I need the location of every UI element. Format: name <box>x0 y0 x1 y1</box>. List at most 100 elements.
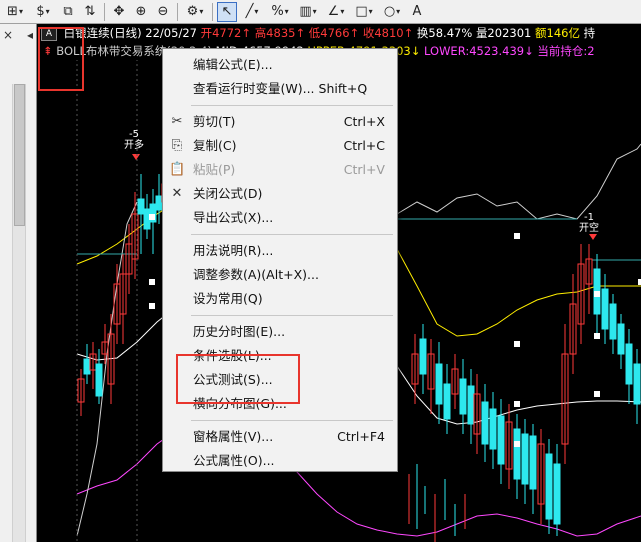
rectangle-button[interactable]: □ ▾ <box>351 2 377 22</box>
candle-body <box>529 435 537 490</box>
gear-button[interactable]: ⚙ ▾ <box>182 2 208 22</box>
candle-body <box>609 303 617 340</box>
band-marker <box>149 279 155 285</box>
sell-signal-number: -1 <box>584 212 594 223</box>
zoom-out-icon: ⊖ <box>157 4 169 19</box>
zoom-out-button[interactable]: ⊖ <box>153 2 173 22</box>
circle-button[interactable]: ○ ▾ <box>379 2 405 22</box>
copy-icon: ⎘ <box>171 138 183 153</box>
menu-item[interactable]: 公式属性(O)... <box>163 449 397 473</box>
high-price: 高4835 <box>254 26 296 40</box>
menu-item[interactable]: ⎘ 复制(C) Ctrl+C <box>163 134 397 158</box>
menu-item[interactable]: ✕ 关闭公式(D) <box>163 182 397 206</box>
toolbar: ⊞ ▾ $ ▾ ⧉ ⇅ ✥ ⊕ ⊖ ⚙ ▾ ↖ ╱ ▾% ▾ ▥ ▾ ∠ ▾ □ ▾ ○ ▾ A <box>0 0 641 24</box>
dropdown-arrow-icon: ▾ <box>45 7 50 16</box>
left-panel-header: × ◂ <box>0 24 36 46</box>
highlight-box-indicator <box>38 27 84 91</box>
formula-context-menu: 编辑公式(E)... 查看运行时变量(W)... Shift+Q ✂ 剪切(T) Ctr… <box>162 48 398 472</box>
move-button[interactable]: ✥ <box>109 2 129 22</box>
left-panel-scrollbar[interactable] <box>12 84 26 542</box>
grid-button[interactable]: ▥ ▾ <box>295 2 321 22</box>
left-panel: × ◂ <box>0 24 37 542</box>
swap-icon: ⇅ <box>84 4 96 19</box>
band-marker <box>514 401 520 407</box>
dollar-button[interactable]: $ ▾ <box>30 2 56 22</box>
grid-icon: ▥ <box>299 4 312 19</box>
toolbar-separator <box>212 2 213 21</box>
menu-item-label: 剪切(T) <box>193 114 236 129</box>
toolbar-separator <box>177 2 178 21</box>
band-marker <box>594 391 600 397</box>
zoom-in-icon: ⊕ <box>135 4 147 19</box>
copy-window-button[interactable]: ⧉ <box>58 2 78 22</box>
menu-separator <box>191 420 393 421</box>
menu-item[interactable]: 历史分时图(E)... <box>163 320 397 344</box>
cursor-button[interactable]: ↖ <box>217 1 237 22</box>
current-position: 当前持仓:2 <box>537 44 595 58</box>
left-panel-collapse-icon[interactable]: ◂ <box>27 28 33 42</box>
up-arrow-icon: ↑ <box>349 26 360 40</box>
close-price: 收4810 <box>362 26 404 40</box>
position-line <box>396 143 641 220</box>
candle-body <box>443 383 451 420</box>
line-draw-button[interactable]: ╱ ▾ <box>239 2 265 22</box>
menu-item[interactable]: 用法说明(R)... <box>163 239 397 263</box>
candle-body <box>633 363 641 405</box>
scissors-icon: ✂ <box>171 114 183 129</box>
candle-body <box>137 198 145 215</box>
gear-icon: ⚙ <box>186 4 199 19</box>
buy-signal-marker <box>132 154 140 160</box>
move-icon: ✥ <box>113 4 125 19</box>
zoom-in-button[interactable]: ⊕ <box>131 2 151 22</box>
menu-separator <box>191 105 393 106</box>
menu-item[interactable]: 设为常用(Q) <box>163 287 397 311</box>
highlight-box-formula-test <box>176 354 300 404</box>
angle-icon: ∠ <box>327 4 340 19</box>
menu-item[interactable]: 查看运行时变量(W)... Shift+Q <box>163 77 397 101</box>
menu-item-label: 查看运行时变量(W)... Shift+Q <box>193 81 368 96</box>
dropdown-arrow-icon: ▾ <box>18 7 23 16</box>
chart-type-icon: ⊞ <box>7 4 18 19</box>
chart-type-button[interactable]: ⊞ ▾ <box>2 2 28 22</box>
line-draw-icon: ╱ <box>245 4 254 19</box>
band-marker <box>514 233 520 239</box>
candle-body <box>617 323 625 355</box>
paste-icon: 📋 <box>169 162 186 177</box>
menu-item-label: 关闭公式(D) <box>193 186 263 201</box>
menu-item: 📋 粘贴(P) Ctrl+V <box>163 158 397 182</box>
buy-signal: -5 开多 <box>124 129 144 151</box>
candle-body <box>83 358 91 375</box>
menu-item[interactable]: 调整参数(A)(Alt+X)... <box>163 263 397 287</box>
menu-item[interactable]: 窗格属性(V)... Ctrl+F4 <box>163 425 397 449</box>
candle-body <box>459 378 467 415</box>
band-marker <box>514 441 520 447</box>
left-panel-close-icon[interactable]: × <box>3 28 13 42</box>
rectangle-icon: □ <box>355 4 368 19</box>
copy-window-icon: ⧉ <box>63 4 73 19</box>
text-button[interactable]: A <box>407 2 427 22</box>
buy-signal-label: 开多 <box>124 140 144 151</box>
dropdown-arrow-icon: ▾ <box>396 7 401 16</box>
candle-body <box>625 343 633 385</box>
candle-body <box>419 338 427 375</box>
lower-value: LOWER:4523.439 <box>424 44 525 58</box>
candle-body <box>545 453 553 520</box>
dropdown-arrow-icon: ▾ <box>254 7 259 16</box>
text-icon: A <box>412 4 422 19</box>
menu-item[interactable]: 编辑公式(E)... <box>163 53 397 77</box>
sell-signal: -1 开空 <box>579 212 599 234</box>
menu-item-label: 调整参数(A)(Alt+X)... <box>193 267 319 282</box>
angle-button[interactable]: ∠ ▾ <box>323 2 349 22</box>
percent-button[interactable]: % ▾ <box>267 2 293 22</box>
band-marker <box>149 303 155 309</box>
menu-item[interactable]: ✂ 剪切(T) Ctrl+X <box>163 110 397 134</box>
menu-item[interactable]: 导出公式(X)... <box>163 206 397 230</box>
candle-body <box>513 428 521 480</box>
candle-body <box>435 363 443 405</box>
dollar-icon: $ <box>36 4 45 19</box>
dropdown-arrow-icon: ▾ <box>368 7 373 16</box>
left-panel-scroll-thumb[interactable] <box>14 84 25 226</box>
quote-info-bar: A 白银连续(日线) 22/05/27 开4772↑ 高4835↑ 低4766↑… <box>37 24 641 42</box>
menu-item-label: 粘贴(P) <box>193 162 236 177</box>
swap-button[interactable]: ⇅ <box>80 2 100 22</box>
